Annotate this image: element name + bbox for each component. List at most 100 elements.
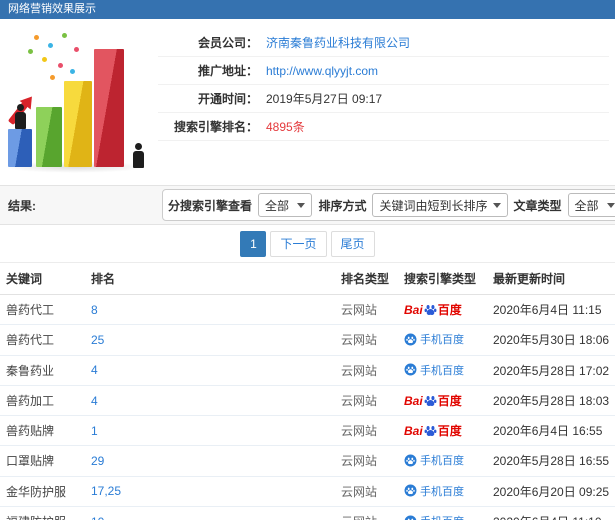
update-time-cell: 2020年6月20日 09:25	[487, 476, 615, 507]
baidu-logo-latin: Bai	[404, 393, 423, 408]
rank-cell-wrap: 4	[85, 355, 335, 386]
chart-bar-yellow	[64, 81, 92, 167]
rank-link[interactable]: 4	[91, 394, 98, 408]
baidu-logo-cn: 百度	[437, 303, 462, 317]
engine-cell: Bai 百度	[398, 294, 487, 325]
next-page-button[interactable]: 下一页	[270, 230, 327, 257]
rank-type-cell: 云网站	[335, 445, 398, 477]
rank-link[interactable]: 29	[91, 454, 104, 468]
update-time-cell: 2020年5月30日 18:06	[487, 324, 615, 356]
rank-link[interactable]: 10	[91, 515, 104, 520]
keyword-cell: 福建防护服	[0, 506, 85, 520]
rank-link[interactable]: 25	[91, 333, 104, 347]
baidu-logo: Bai 百度	[404, 301, 462, 318]
chevron-down-icon	[297, 202, 306, 208]
baidu-paw-icon	[424, 305, 437, 316]
promo-url-label: 推广地址：	[197, 64, 258, 78]
company-name-link[interactable]: 济南秦鲁药业科技有限公司	[266, 34, 410, 51]
rank-cell-wrap: 10	[85, 506, 335, 520]
mobile-baidu-badge: 手机百度	[404, 331, 464, 347]
last-page-button[interactable]: 尾页	[330, 230, 375, 257]
header-rank-type: 排名类型	[335, 262, 398, 295]
header-keyword: 关键词	[0, 262, 85, 295]
mobile-baidu-icon	[404, 333, 417, 345]
promo-url-link[interactable]: http://www.qlyyjt.com	[266, 64, 378, 78]
rank-count-label: 搜索引擎排名：	[173, 120, 258, 134]
rank-table-body: 兽药代工 8 云网站 Bai 百度 2020年6月4日 11:15 兽药代工 2…	[0, 294, 615, 520]
table-row: 秦鲁药业 4 云网站 手机百度 2020年5月28日 17:02	[0, 355, 615, 386]
update-time-cell: 2020年6月4日 11:15	[487, 294, 615, 325]
engine-select[interactable]: 全部	[258, 193, 313, 217]
page-1-button[interactable]: 1	[240, 230, 267, 257]
table-row: 金华防护服 17,25 云网站 手机百度 2020年6月20日 09:25	[0, 476, 615, 507]
person-silhouette	[13, 104, 27, 129]
result-label: 结果:	[8, 198, 36, 213]
baidu-logo-cn: 百度	[437, 394, 462, 408]
figure-torso	[132, 151, 144, 168]
engine-cell: 手机百度	[398, 506, 487, 520]
confetti-dot	[28, 49, 33, 54]
baidu-logo-latin: Bai	[404, 423, 423, 438]
confetti-dot	[42, 57, 47, 62]
figure-head	[16, 104, 24, 111]
keyword-cell: 兽药代工	[0, 324, 85, 356]
figure-torso	[14, 112, 26, 129]
rank-cell-wrap: 1	[85, 415, 335, 446]
chevron-down-icon	[492, 202, 501, 208]
baidu-logo-cn: 百度	[437, 424, 462, 438]
rank-type-cell: 云网站	[335, 355, 398, 386]
mobile-baidu-label: 手机百度	[420, 513, 464, 520]
rank-type-cell: 云网站	[335, 415, 398, 446]
info-row-company: 会员公司： 济南秦鲁药业科技有限公司	[158, 29, 609, 57]
rank-link[interactable]: 1	[91, 424, 98, 438]
company-info-panel: 会员公司： 济南秦鲁药业科技有限公司 推广地址： http://www.qlyy…	[0, 19, 615, 185]
info-row-open-time: 开通时间： 2019年5月27日 09:17	[158, 85, 609, 113]
table-row: 口罩贴牌 29 云网站 手机百度 2020年5月28日 16:55	[0, 445, 615, 477]
baidu-paw-icon	[424, 426, 437, 437]
figure-head	[134, 143, 142, 150]
table-row: 兽药代工 25 云网站 手机百度 2020年5月30日 18:06	[0, 324, 615, 356]
article-type-label: 文章类型	[513, 198, 562, 213]
rank-link[interactable]: 17,25	[91, 484, 121, 498]
open-time-value: 2019年5月27日 09:17	[266, 92, 383, 106]
rank-link[interactable]: 4	[91, 363, 98, 377]
rank-link[interactable]: 8	[91, 303, 98, 317]
confetti-dot	[70, 69, 75, 74]
keyword-cell: 兽药加工	[0, 385, 85, 416]
article-type-select-value: 全部	[574, 198, 599, 213]
open-time-label: 开通时间：	[197, 92, 258, 106]
mobile-baidu-label: 手机百度	[420, 364, 464, 377]
mobile-baidu-icon	[404, 454, 417, 466]
pagination: 1 下一页 尾页	[0, 225, 615, 262]
engine-cell: 手机百度	[398, 355, 487, 386]
rank-cell-wrap: 25	[85, 324, 335, 356]
rank-cell-wrap: 17,25	[85, 476, 335, 507]
filter-bar: 结果: 分搜索引擎查看 全部 排序方式 关键词由短到长排序 文章类型 全部 提交	[0, 185, 615, 225]
rank-cell-wrap: 29	[85, 445, 335, 477]
article-type-select[interactable]: 全部	[567, 193, 615, 217]
rank-cell-wrap: 8	[85, 294, 335, 325]
keyword-rank-table: 关键词 排名 排名类型 搜索引擎类型 最新更新时间 兽药代工 8 云网站 Bai…	[0, 262, 615, 520]
engine-cell: 手机百度	[398, 324, 487, 356]
chart-bar-green	[36, 107, 62, 167]
filter-controls: 分搜索引擎查看 全部 排序方式 关键词由短到长排序 文章类型 全部 提交	[162, 189, 615, 221]
mobile-baidu-badge: 手机百度	[404, 483, 464, 499]
mobile-baidu-icon	[404, 515, 417, 520]
company-info-list: 会员公司： 济南秦鲁药业科技有限公司 推广地址： http://www.qlyy…	[158, 29, 609, 185]
baidu-logo: Bai 百度	[404, 422, 462, 439]
table-row: 福建防护服 10 云网站 手机百度 2020年6月4日 11:10	[0, 506, 615, 520]
header-engine-type: 搜索引擎类型	[398, 262, 487, 295]
confetti-dot	[58, 63, 63, 68]
update-time-cell: 2020年5月28日 18:03	[487, 385, 615, 416]
info-row-rank-count: 搜索引擎排名： 4895条	[158, 113, 609, 141]
chart-bar-red	[94, 49, 124, 167]
keyword-cell: 口罩贴牌	[0, 445, 85, 477]
rank-type-cell: 云网站	[335, 294, 398, 325]
page-title: 网络营销效果展示	[8, 3, 96, 15]
confetti-dot	[62, 33, 67, 38]
rank-type-cell: 云网站	[335, 324, 398, 356]
sort-select[interactable]: 关键词由短到长排序	[372, 193, 508, 217]
engine-cell: Bai 百度	[398, 385, 487, 416]
rank-cell-wrap: 4	[85, 385, 335, 416]
rank-count-value: 4895条	[266, 120, 305, 134]
